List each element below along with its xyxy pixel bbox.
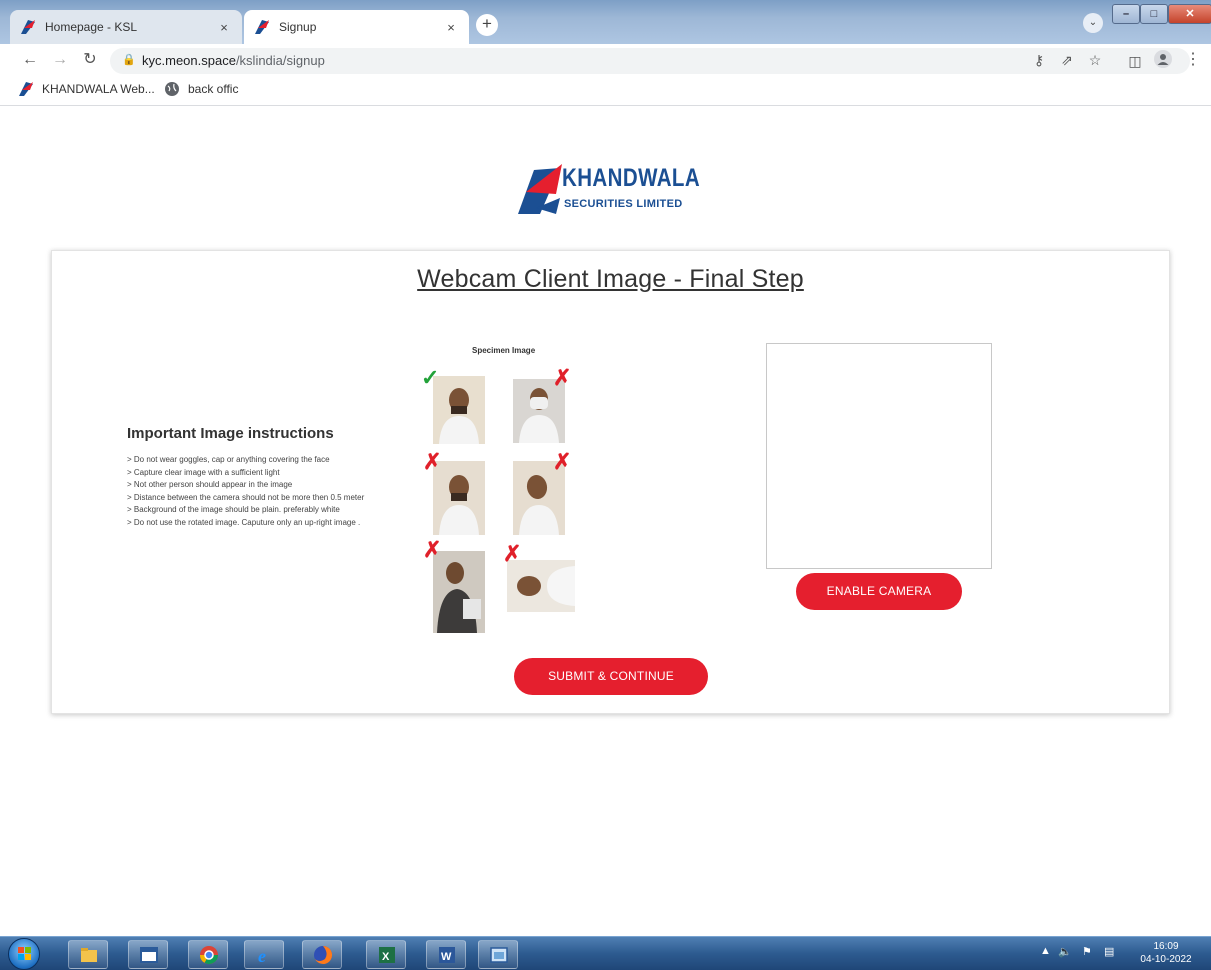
screenshot-tool-icon[interactable] <box>478 940 518 969</box>
cross-mark-icon: ✗ <box>423 537 442 562</box>
instruction-item: > Do not use the rotated image. Caputure… <box>127 517 361 527</box>
tab-signup[interactable]: Signup × <box>244 10 469 44</box>
menu-kebab-icon[interactable]: ⋮ <box>1183 50 1203 70</box>
ksl-favicon-icon <box>19 82 33 96</box>
url-text: kyc.meon.space/kslindia/signup <box>142 53 325 68</box>
bookmarks-bar: KHANDWALA Web... back offic <box>0 76 1211 106</box>
taskbar-clock[interactable]: 16:09 04-10-2022 <box>1136 940 1196 966</box>
key-icon[interactable]: ⚷ <box>1030 52 1048 69</box>
back-arrow-icon[interactable]: ← <box>20 50 40 70</box>
instruction-item: > Background of the image should be plai… <box>127 505 340 515</box>
logo-name: KHANDWALA <box>562 164 701 192</box>
show-hidden-icons-icon[interactable]: ▲ <box>1040 945 1051 957</box>
instruction-item: > Do not wear goggles, cap or anything c… <box>127 455 330 464</box>
windows-taskbar: e X W ▲ 🔈 ⚑ ▤ 16:09 04-10-2022 <box>0 936 1211 970</box>
tab-title: Homepage - KSL <box>45 20 138 34</box>
maximize-button[interactable]: □ <box>1140 4 1168 24</box>
windows-logo-icon <box>18 947 31 960</box>
bookmark-star-icon[interactable]: ☆ <box>1086 52 1104 69</box>
lock-icon: 🔒 <box>122 54 136 66</box>
minimize-button[interactable]: – <box>1112 4 1140 24</box>
svg-text:W: W <box>441 951 452 963</box>
instruction-item: > Not other person should appear in the … <box>127 480 293 490</box>
bookmark-back-office[interactable]: back offic <box>164 81 238 97</box>
start-button[interactable] <box>8 938 40 970</box>
clock-time: 16:09 <box>1153 941 1179 952</box>
instruction-item: > Capture clear image with a sufficient … <box>127 467 280 477</box>
instructions-title: Important Image instructions <box>127 425 334 442</box>
cross-mark-icon: ✗ <box>423 449 442 474</box>
globe-icon <box>165 82 179 96</box>
submit-continue-button[interactable]: SUBMIT & CONTINUE <box>514 658 708 695</box>
word-icon[interactable]: W <box>426 940 466 969</box>
reload-icon[interactable]: ↻ <box>80 50 100 70</box>
cross-mark-icon: ✗ <box>553 365 572 390</box>
specimen-photo-correct <box>433 376 485 444</box>
action-center-flag-icon[interactable]: ⚑ <box>1082 945 1092 958</box>
specimen-photo-rotated <box>507 560 575 612</box>
logo-subtitle: SECURITIES LIMITED <box>564 198 683 210</box>
bookmark-khandwala[interactable]: KHANDWALA Web... <box>18 81 155 97</box>
tab-homepage[interactable]: Homepage - KSL × <box>10 10 242 44</box>
browser-toolbar: ← → ↻ 🔒 kyc.meon.space/kslindia/signup ⚷… <box>0 44 1211 76</box>
instruction-item: > Distance between the camera should not… <box>127 492 365 502</box>
ksl-favicon-icon <box>255 20 269 34</box>
ksl-favicon-icon <box>21 20 35 34</box>
clock-date: 04-10-2022 <box>1140 954 1192 965</box>
share-icon[interactable]: ⇗ <box>1058 52 1076 69</box>
network-icon[interactable]: ▤ <box>1104 945 1114 958</box>
file-explorer-icon[interactable] <box>68 940 108 969</box>
tab-title: Signup <box>279 20 317 34</box>
new-tab-button[interactable]: + <box>476 14 498 36</box>
chrome-icon[interactable] <box>188 940 228 969</box>
camera-preview <box>766 343 992 569</box>
specimen-label: Specimen Image <box>472 346 536 355</box>
browser-tab-bar: Homepage - KSL × Signup × + ⌄ – □ ✕ <box>0 0 1211 44</box>
firefox-icon[interactable] <box>302 940 342 969</box>
profile-avatar-icon[interactable] <box>1153 50 1173 70</box>
tab-search-icon[interactable]: ⌄ <box>1083 13 1103 33</box>
forward-arrow-icon[interactable]: → <box>50 50 70 70</box>
cross-mark-icon: ✗ <box>503 541 522 566</box>
internet-explorer-icon[interactable]: e <box>244 940 284 969</box>
address-bar[interactable]: 🔒 kyc.meon.space/kslindia/signup ⚷ ⇗ ☆ <box>110 48 1190 74</box>
specimen-photo-seated <box>433 551 485 633</box>
page-title: Webcam Client Image - Final Step <box>417 265 804 293</box>
enable-camera-button[interactable]: ENABLE CAMERA <box>796 573 962 610</box>
khandwala-logo: KHANDWALA SECURITIES LIMITED <box>516 158 716 216</box>
side-panel-icon[interactable]: ◫ <box>1125 51 1145 71</box>
close-window-button[interactable]: ✕ <box>1168 4 1211 24</box>
tab-close-icon[interactable]: × <box>443 20 459 35</box>
instructions-list: > Do not wear goggles, cap or anything c… <box>127 454 364 530</box>
check-mark-icon: ✓ <box>421 365 440 390</box>
desktop-window-icon[interactable] <box>128 940 168 969</box>
svg-text:e: e <box>258 946 266 965</box>
tab-close-icon[interactable]: × <box>216 20 232 35</box>
webcam-card: Webcam Client Image - Final Step Importa… <box>51 250 1170 714</box>
volume-icon[interactable]: 🔈 <box>1058 945 1072 958</box>
svg-text:X: X <box>382 951 390 963</box>
cross-mark-icon: ✗ <box>553 449 572 474</box>
excel-icon[interactable]: X <box>366 940 406 969</box>
